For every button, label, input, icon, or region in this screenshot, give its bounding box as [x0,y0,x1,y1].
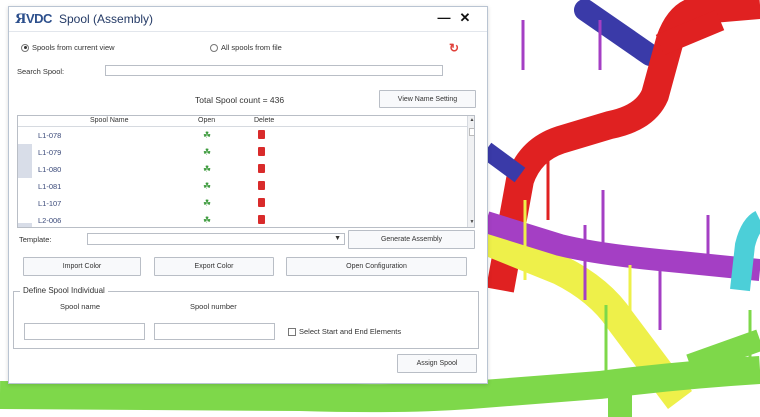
dialog-titlebar[interactable]: ЯVDC Spool (Assembly) — ✕ [9,7,487,32]
radio-spools-current-view[interactable]: Spools from current view [21,43,115,52]
delete-icon[interactable] [258,147,265,156]
delete-icon[interactable] [258,164,265,173]
spool-number-field[interactable] [154,323,275,340]
spool-name-label: Spool name [60,302,101,311]
total-spool-count: Total Spool count = 436 [195,95,285,105]
radio-all-spools-file[interactable]: All spools from file [210,43,282,52]
radio-label-all-spools: All spools from file [221,43,282,52]
template-label: Template: [19,235,52,244]
define-spool-groupbox: Define Spool Individual Spool name Spool… [13,286,479,349]
table-row[interactable]: L1-078 ☘ [18,127,467,144]
table-scrollbar[interactable]: ▲ ▼ [467,116,474,227]
delete-icon[interactable] [258,198,265,207]
template-select[interactable]: ▼ [87,233,345,245]
radio-dot [210,43,218,52]
table-row[interactable]: L2-006 ☘ [18,212,467,227]
select-start-end-label: Select Start and End Elements [299,327,402,336]
open-icon[interactable]: ☘ [203,215,211,226]
vdc-logo-mark: Я [15,12,26,27]
row-selector[interactable] [18,223,32,227]
table-row[interactable]: L1-079 ☘ [18,144,467,161]
delete-icon[interactable] [258,130,265,139]
vdc-logo-text: VDC [25,11,52,26]
export-color-button[interactable]: Export Color [154,257,274,276]
spool-name-cell: L1-078 [38,131,62,140]
column-header-open[interactable]: Open [198,117,215,124]
chevron-down-icon: ▼ [334,235,341,242]
table-row[interactable]: L1-080 ☘ [18,161,467,178]
table-header: Spool Name Open Delete [18,116,467,127]
open-icon[interactable]: ☘ [203,147,211,158]
delete-icon[interactable] [258,215,265,224]
view-name-setting-button[interactable]: View Name Setting [379,90,476,108]
table-row[interactable]: L1-081 ☘ [18,178,467,195]
spool-table: Spool Name Open Delete L1-078 ☘ L1-079 ☘… [17,115,475,228]
search-label: Search Spool: [17,67,65,76]
spool-name-cell: L1-080 [38,165,62,174]
define-spool-legend: Define Spool Individual [20,286,108,295]
column-header-delete[interactable]: Delete [254,117,274,124]
spool-name-field[interactable] [24,323,145,340]
vdc-logo: ЯVDC [15,11,52,27]
delete-icon[interactable] [258,181,265,190]
close-icon[interactable]: ✕ [458,10,472,26]
open-icon[interactable]: ☘ [203,181,211,192]
select-start-end-checkbox[interactable]: Select Start and End Elements [288,327,401,336]
spool-name-cell: L2-006 [38,216,62,225]
radio-dot-selected [21,43,29,52]
import-color-button[interactable]: Import Color [23,257,141,276]
radio-label-current-view: Spools from current view [32,43,115,52]
assign-spool-button[interactable]: Assign Spool [397,354,477,373]
dialog-title: Spool (Assembly) [59,12,154,26]
spool-assembly-dialog: ЯVDC Spool (Assembly) — ✕ Spools from cu… [8,6,488,384]
minimize-icon[interactable]: — [437,10,451,26]
spool-name-cell: L1-107 [38,199,62,208]
open-configuration-button[interactable]: Open Configuration [286,257,467,276]
table-row[interactable]: L1-107 ☘ [18,195,467,212]
generate-assembly-button[interactable]: Generate Assembly [348,230,475,249]
row-selector[interactable] [18,144,32,161]
scrollbar-thumb[interactable] [469,128,474,136]
spool-name-cell: L1-081 [38,182,62,191]
row-selector[interactable] [18,161,32,178]
checkbox-box[interactable] [288,327,296,336]
spool-number-label: Spool number [190,302,237,311]
scroll-up-icon[interactable]: ▲ [469,117,474,123]
open-icon[interactable]: ☘ [203,198,211,209]
scroll-down-icon[interactable]: ▼ [469,219,474,225]
column-header-spool-name[interactable]: Spool Name [90,117,129,124]
refresh-icon[interactable]: ↻ [449,41,459,55]
open-icon[interactable]: ☘ [203,164,211,175]
open-icon[interactable]: ☘ [203,130,211,141]
spool-name-cell: L1-079 [38,148,62,157]
search-input[interactable] [105,65,443,76]
